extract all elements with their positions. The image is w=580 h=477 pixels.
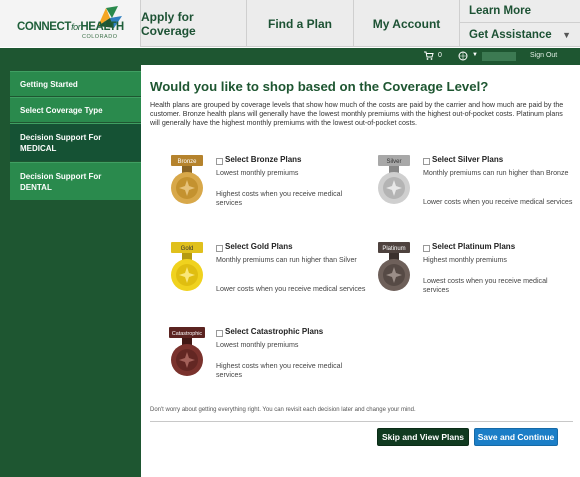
logo-text: CONNECTforHEALTH — [17, 21, 124, 33]
bronze-label[interactable]: Select Bronze Plans — [225, 155, 301, 164]
catastrophic-label[interactable]: Select Catastrophic Plans — [225, 327, 323, 336]
silver-cost-desc: Lower costs when you receive medical ser… — [423, 198, 573, 206]
sidebar-item-decision-support-medical[interactable]: Decision Support For MEDICAL — [10, 123, 141, 161]
get-assistance-label: Get Assistance — [469, 29, 552, 41]
platinum-cost-desc: Lowest costs when you receive medical se… — [423, 277, 548, 294]
divider — [150, 421, 573, 422]
site-logo[interactable]: CONNECTforHEALTH COLORADO — [0, 0, 141, 47]
silver-medal-icon: Silver — [378, 155, 410, 204]
help-icon[interactable] — [458, 51, 468, 61]
platinum-label[interactable]: Select Platinum Plans — [432, 242, 515, 251]
catastrophic-premium-desc: Lowest monthly premiums — [216, 341, 299, 349]
gold-label[interactable]: Select Gold Plans — [225, 242, 293, 251]
bronze-premium-desc: Lowest monthly premiums — [216, 169, 299, 177]
gold-premium-desc: Monthly premiums can run higher than Sil… — [216, 256, 357, 264]
platinum-badge-label: Platinum — [382, 246, 405, 252]
nav-get-assistance[interactable]: Get Assistance ▼ — [460, 23, 580, 47]
cart-count: 0 — [438, 52, 442, 59]
silver-badge-label: Silver — [386, 159, 401, 165]
nav-my-account[interactable]: My Account — [354, 0, 460, 47]
cart-icon[interactable] — [424, 51, 434, 61]
silver-checkbox[interactable] — [423, 158, 430, 165]
sidebar-item-getting-started[interactable]: Getting Started — [10, 71, 141, 96]
catastrophic-checkbox[interactable] — [216, 330, 223, 337]
sidebar-item-select-coverage-type[interactable]: Select Coverage Type — [10, 97, 141, 122]
sidebar: Getting Started Select Coverage Type Dec… — [0, 65, 141, 477]
logo-text-connect: CONNECT — [17, 21, 72, 33]
platinum-premium-desc: Highest monthly premiums — [423, 256, 507, 264]
catastrophic-medal-icon: Catastrophic — [169, 327, 205, 376]
user-name-redacted — [482, 52, 516, 61]
gold-cost-desc: Lower costs when you receive medical ser… — [216, 285, 366, 293]
gold-checkbox[interactable] — [216, 245, 223, 252]
top-header: CONNECTforHEALTH COLORADO Apply for Cove… — [0, 0, 580, 47]
nav-learn-more[interactable]: Learn More — [460, 0, 580, 23]
status-bar: 0 ▼ Sign Out — [0, 48, 580, 65]
bronze-badge-label: Bronze — [177, 159, 197, 165]
bronze-medal-icon: Bronze — [171, 155, 203, 204]
footnote: Don't worry about getting everything rig… — [150, 407, 416, 413]
intro-text: Health plans are grouped by coverage lev… — [150, 101, 564, 127]
logo-subtitle: COLORADO — [82, 34, 118, 40]
main-content: Would you like to shop based on the Cove… — [141, 65, 580, 477]
silver-premium-desc: Monthly premiums can run higher than Bro… — [423, 169, 569, 177]
sign-out-link[interactable]: Sign Out — [530, 52, 557, 59]
logo-text-health: HEALTH — [80, 21, 124, 33]
save-and-continue-button[interactable]: Save and Continue — [474, 428, 558, 446]
logo-text-for: for — [71, 22, 81, 32]
catastrophic-badge-label: Catastrophic — [172, 331, 203, 337]
catastrophic-cost-desc: Highest costs when you receive medical s… — [216, 362, 343, 379]
nav-apply-for-coverage[interactable]: Apply for Coverage — [141, 0, 247, 47]
skip-and-view-plans-button[interactable]: Skip and View Plans — [377, 428, 469, 446]
chevron-down-icon[interactable]: ▼ — [472, 52, 478, 58]
platinum-medal-icon: Platinum — [378, 242, 410, 291]
platinum-checkbox[interactable] — [423, 245, 430, 252]
silver-label[interactable]: Select Silver Plans — [432, 155, 503, 164]
nav-find-a-plan[interactable]: Find a Plan — [247, 0, 354, 47]
page-title: Would you like to shop based on the Cove… — [150, 79, 489, 94]
bronze-checkbox[interactable] — [216, 158, 223, 165]
chevron-down-icon: ▼ — [562, 30, 571, 40]
gold-medal-icon: Gold — [171, 242, 203, 291]
sidebar-item-decision-support-dental[interactable]: Decision Support For DENTAL — [10, 162, 141, 200]
bronze-cost-desc: Highest costs when you receive medical s… — [216, 190, 343, 207]
gold-badge-label: Gold — [181, 246, 194, 252]
nav-right-group: Learn More Get Assistance ▼ — [460, 0, 580, 47]
